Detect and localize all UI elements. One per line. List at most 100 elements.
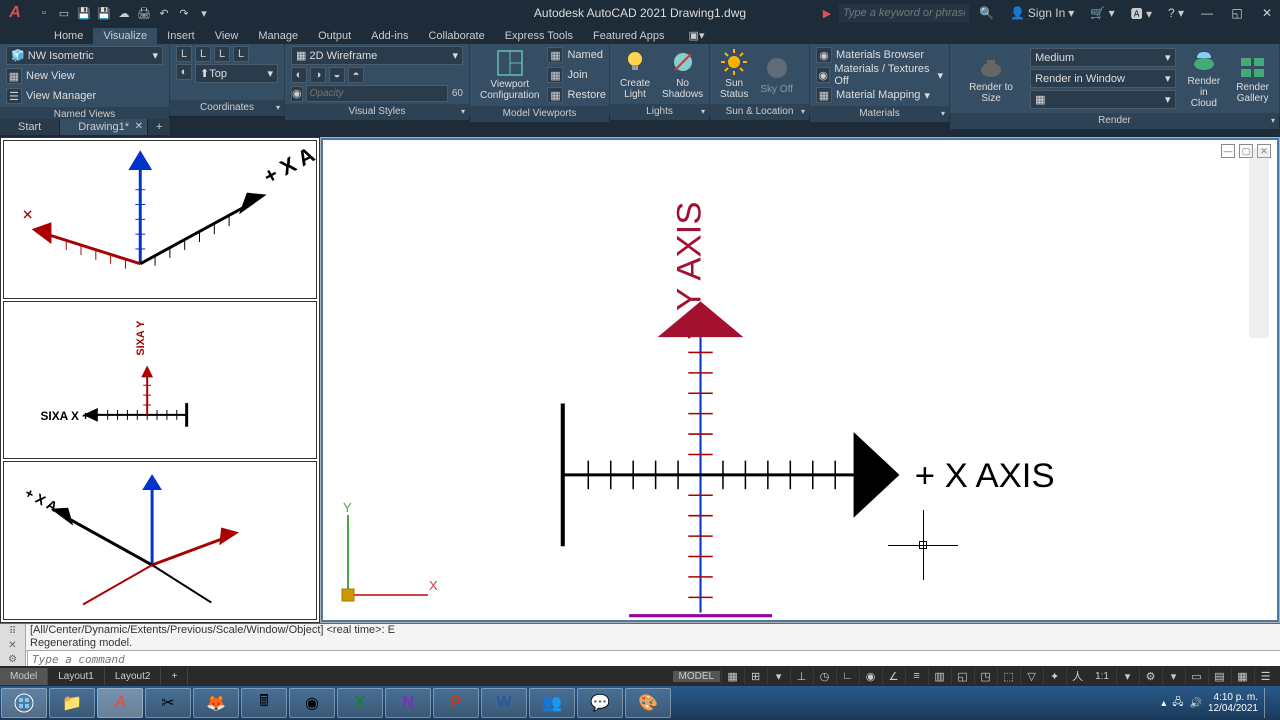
onenote-icon[interactable]: N [385, 688, 431, 718]
minimize-button[interactable]: — [1194, 0, 1220, 26]
viewport-join-button[interactable]: ▦Join [547, 66, 606, 84]
render-preset-combo[interactable]: ▦▾ [1030, 90, 1175, 109]
lineweight-icon[interactable]: ≡ [905, 667, 927, 685]
render-quality-combo[interactable]: Medium▾ [1030, 48, 1175, 67]
tab-insert[interactable]: Insert [157, 28, 205, 44]
tray-volume-icon[interactable]: 🔊 [1189, 698, 1201, 709]
vs-icon-2[interactable]: ◑ [310, 67, 326, 83]
autocad-logo[interactable]: A [0, 0, 30, 26]
tab-expresstools[interactable]: Express Tools [495, 28, 583, 44]
viewport-restore-button[interactable]: ▦Restore [547, 86, 606, 104]
clock-time[interactable]: 4:10 p. m. [1208, 692, 1258, 703]
no-shadows-button[interactable]: No Shadows [658, 46, 707, 102]
autodesk-icon[interactable]: 🅰 ▾ [1125, 0, 1158, 26]
render-size-button[interactable]: Render to Size [956, 52, 1026, 106]
restore-button[interactable]: ◱ [1224, 0, 1250, 26]
view-combo[interactable]: 🧊 NW Isometric▾ [6, 46, 163, 65]
panel-lights[interactable]: Lights▾ [610, 104, 709, 120]
opacity-icon[interactable]: ◉ [291, 86, 303, 102]
panel-viewports[interactable]: Model Viewports [470, 106, 609, 122]
materials-browser-button[interactable]: ◉Materials Browser [816, 46, 943, 64]
panel-visual-styles[interactable]: Visual Styles▾ [285, 104, 469, 120]
scale-drop-icon[interactable]: ▾ [1116, 667, 1138, 685]
ws-icon[interactable]: ▾ [1162, 667, 1184, 685]
quickprop-icon[interactable]: ▦ [1231, 667, 1253, 685]
cmd-drag-icon[interactable]: ⠿ [9, 626, 16, 637]
qat-dropdown-icon[interactable]: ▾ [196, 5, 212, 21]
cmd-close-icon[interactable]: ✕ [8, 640, 16, 651]
undo-icon[interactable]: ↶ [156, 5, 172, 21]
show-desktop-button[interactable] [1264, 688, 1272, 718]
ucs-icon-2[interactable]: L [195, 46, 211, 62]
new-icon[interactable]: ▫ [36, 5, 52, 21]
teams-icon[interactable]: 👥 [529, 688, 575, 718]
status-model[interactable]: MODEL [673, 671, 721, 682]
viewport-thumb-1[interactable]: + X A ✕ [3, 140, 317, 299]
new-view-button[interactable]: ▦New View [6, 67, 163, 85]
layout-2[interactable]: Layout2 [105, 668, 162, 685]
tab-view[interactable]: View [205, 28, 249, 44]
panel-coordinates[interactable]: Coordinates▾ [170, 100, 284, 116]
firefox-icon[interactable]: 🦊 [193, 688, 239, 718]
paint-icon[interactable]: 🎨 [625, 688, 671, 718]
tab-collaborate[interactable]: Collaborate [418, 28, 494, 44]
create-light-button[interactable]: Create Light [616, 46, 654, 102]
redo-icon[interactable]: ↷ [176, 5, 192, 21]
panel-render[interactable]: Render▾ [950, 113, 1279, 129]
tab-expand-icon[interactable]: ▣▾ [679, 27, 715, 44]
viewport-thumb-2[interactable]: SIXA X + SIXA Y [3, 301, 317, 460]
search-button[interactable]: 🔍 [973, 0, 1000, 26]
ucs-icon-3[interactable]: L [214, 46, 230, 62]
tab-manage[interactable]: Manage [248, 28, 308, 44]
coord-combo[interactable]: ⬆Top▾ [195, 64, 278, 83]
tab-visualize[interactable]: Visualize [93, 28, 157, 44]
layout-model[interactable]: Model [0, 668, 48, 685]
help-icon[interactable]: ? ▾ [1162, 0, 1190, 26]
main-viewport[interactable]: — ▢ ✕ [321, 138, 1279, 622]
units-icon[interactable]: ▤ [1208, 667, 1230, 685]
powerpoint-icon[interactable]: P [433, 688, 479, 718]
tray-up-icon[interactable]: ▴ [1161, 698, 1166, 709]
layout-1[interactable]: Layout1 [48, 668, 105, 685]
clock-date[interactable]: 12/04/2021 [1208, 703, 1258, 714]
command-input[interactable] [28, 653, 1280, 666]
saveas-icon[interactable]: 💾 [96, 5, 112, 21]
open-icon[interactable]: ▭ [56, 5, 72, 21]
sun-status-button[interactable]: Sun Status [716, 46, 752, 102]
annot-icon[interactable]: 人 [1066, 667, 1088, 685]
snipping-icon[interactable]: ✂ [145, 688, 191, 718]
tab-drawing1[interactable]: Drawing1*✕ [60, 119, 148, 135]
excel-icon[interactable]: X [337, 688, 383, 718]
chrome-icon[interactable]: ◉ [289, 688, 335, 718]
view-manager-button[interactable]: ☰View Manager [6, 87, 163, 105]
signin-button[interactable]: 👤 Sign In ▾ [1004, 0, 1080, 26]
cmd-option-icon[interactable]: ⚙ [8, 654, 17, 665]
scale-label[interactable]: 1:1 [1089, 671, 1115, 682]
ucs-icon-4[interactable]: L [233, 46, 249, 62]
transp-icon[interactable]: ▥ [928, 667, 950, 685]
panel-sun-location[interactable]: Sun & Location▾ [710, 104, 809, 120]
gear-icon[interactable]: ⚙ [1139, 667, 1161, 685]
viewport-thumb-3[interactable]: + X A [3, 461, 317, 620]
gizmo-icon[interactable]: ✦ [1043, 667, 1065, 685]
sky-off-button[interactable]: Sky Off [756, 52, 797, 97]
monitor-icon[interactable]: ▭ [1185, 667, 1207, 685]
save-icon[interactable]: 💾 [76, 5, 92, 21]
viewport-named-button[interactable]: ▦Named [547, 46, 606, 64]
close-button[interactable]: ✕ [1254, 0, 1280, 26]
web-icon[interactable]: ☁ [116, 5, 132, 21]
polar-icon[interactable]: ◷ [813, 667, 835, 685]
panel-materials[interactable]: Materials▾ [810, 106, 949, 122]
iso-icon[interactable]: ∟ [836, 667, 858, 685]
plot-icon[interactable]: 🖨 [136, 5, 152, 21]
tab-addins[interactable]: Add-ins [361, 28, 418, 44]
new-tab-button[interactable]: + [148, 119, 171, 135]
app-store-icon[interactable]: 🛒 ▾ [1084, 0, 1120, 26]
render-gallery-button[interactable]: Render Gallery [1232, 52, 1273, 106]
ucs-icon-1[interactable]: L [176, 46, 192, 62]
start-button[interactable] [1, 688, 47, 718]
grid-icon[interactable]: ▦ [721, 667, 743, 685]
autocad-task-icon[interactable]: A [97, 688, 143, 718]
snap-icon[interactable]: ⊞ [744, 667, 766, 685]
whatsapp-icon[interactable]: 💬 [577, 688, 623, 718]
